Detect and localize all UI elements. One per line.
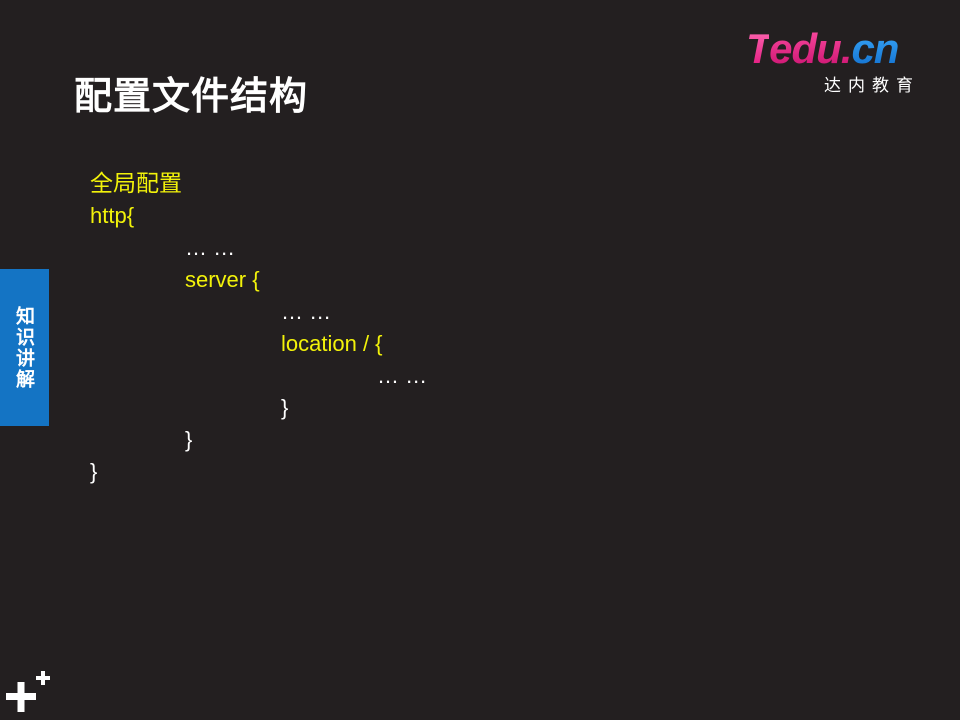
code-line: … …	[185, 235, 236, 260]
code-line: http{	[90, 203, 135, 228]
logo-wordmark: Tedu.cn	[746, 25, 899, 72]
code-line: … …	[377, 363, 428, 388]
side-tab: 知识讲解	[0, 269, 49, 426]
side-tab-label: 知识讲解	[13, 305, 35, 390]
tedu-logo: Tedu.cn 达内教育	[746, 25, 936, 100]
logo-word-edu: edu.	[769, 25, 852, 72]
code-line: }	[281, 395, 289, 420]
code-line: location / {	[281, 331, 383, 356]
plus-icon	[6, 671, 50, 712]
logo-letter-t: T	[746, 25, 770, 72]
page-title: 配置文件结构	[74, 74, 309, 118]
code-block: 全局配置 http{ … … server { … … location / { … …}}…	[90, 168, 427, 488]
code-line: }	[185, 427, 193, 452]
code-line: }	[90, 459, 98, 484]
code-line: … …	[281, 299, 332, 324]
slide: 配置文件结构 Tedu.cn 达内教育 知识讲解 全局配置 http{ … … ser…	[0, 0, 960, 720]
logo-subtitle: 达内教育	[824, 76, 920, 96]
logo-word-cn: cn	[851, 25, 899, 72]
code-line: 全局配置	[90, 171, 182, 197]
code-line: server {	[185, 267, 260, 292]
